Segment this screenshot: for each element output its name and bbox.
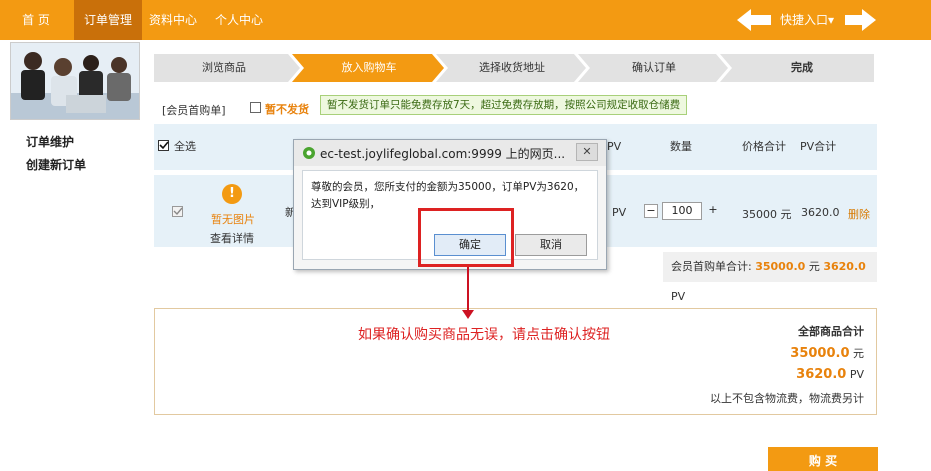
totals-amount-unit: 元 — [853, 347, 864, 360]
nav-data-center[interactable]: 资料中心 — [146, 0, 200, 40]
header-price-total: 价格合计 — [742, 140, 786, 153]
highlight-box — [418, 208, 514, 267]
step-select-address: 选择收货地址 — [479, 61, 545, 74]
header-pv: PV — [607, 140, 622, 153]
dialog-title-bar: ec-test.joylifeglobal.com:9999 上的网页... ✕ — [294, 140, 606, 166]
totals-amount-row: 35000.0 元 — [790, 345, 864, 361]
item-pv-label: PV — [612, 206, 627, 219]
forward-arrow-icon-shaft — [845, 15, 863, 25]
no-image-warning-icon: ! — [222, 184, 242, 204]
no-image-label: 暂无图片 — [211, 213, 255, 226]
subtotal-amount-unit: 元 — [808, 260, 820, 273]
item-pv-total: 3620.0 — [801, 206, 840, 219]
subtotal-amount: 35000.0 — [755, 260, 806, 273]
select-all-checkbox[interactable] — [158, 140, 169, 151]
top-nav: 首 页 订单管理 资料中心 个人中心 快捷入口▾ — [0, 0, 931, 40]
totals-title: 全部商品合计 — [798, 325, 864, 338]
totals-pv: 3620.0 — [796, 367, 847, 382]
totals-note: 以上不包含物流费，物流费另计 — [710, 392, 864, 405]
dialog-title: ec-test.joylifeglobal.com:9999 上的网页... — [320, 147, 566, 161]
totals-amount: 35000.0 — [790, 346, 850, 361]
back-arrow-icon[interactable] — [737, 9, 751, 31]
annotation-hint: 如果确认购买商品无误，请点击确认按钮 — [358, 327, 610, 343]
sidebar-create-order[interactable]: 创建新订单 — [26, 156, 86, 173]
subtotal-pv-unit: PV — [671, 290, 686, 303]
cancel-button[interactable]: 取消 — [515, 234, 587, 256]
subtotal-label: 会员首购单合计: — [671, 260, 752, 273]
view-detail-link[interactable]: 查看详情 — [210, 230, 254, 246]
step-confirm-order: 确认订单 — [632, 61, 676, 74]
subtotal-pv: 3620.0 — [823, 260, 866, 273]
buy-button[interactable]: 购 买 — [768, 447, 878, 471]
delete-link[interactable]: 删除 — [848, 206, 870, 222]
nav-personal-center[interactable]: 个人中心 — [210, 0, 268, 40]
totals-pv-unit: PV — [849, 368, 864, 381]
step-browse: 浏览商品 — [202, 61, 246, 74]
nav-order-management[interactable]: 订单管理 — [74, 0, 142, 40]
item-checkbox[interactable] — [172, 206, 183, 217]
step-add-to-cart: 放入购物车 — [341, 61, 397, 74]
sidebar-order-maintenance[interactable]: 订单维护 — [26, 133, 74, 150]
banner-photo — [10, 42, 140, 120]
storage-notice: 暂不发货订单只能免费存放7天，超过免费存放期，按照公司规定收取仓储费 — [320, 95, 688, 115]
annotation-arrow-line — [467, 267, 469, 312]
qty-decrease-button[interactable]: − — [644, 204, 658, 218]
quick-entry-menu[interactable]: 快捷入口▾ — [780, 0, 834, 40]
header-pv-total: PV合计 — [800, 140, 837, 153]
hold-shipment-label: 暂不发货 — [265, 103, 309, 116]
back-arrow-icon-shaft — [751, 15, 771, 25]
browser-logo-icon — [303, 147, 315, 159]
member-order-tag: [会员首购单] — [162, 104, 226, 117]
select-all-label: 全选 — [174, 140, 196, 153]
qty-input[interactable]: 100 — [662, 202, 702, 220]
hold-shipment-checkbox[interactable] — [250, 102, 261, 113]
annotation-arrow-icon — [462, 310, 474, 319]
header-quantity: 数量 — [670, 140, 692, 153]
nav-home[interactable]: 首 页 — [0, 0, 72, 40]
member-order-subtotal: 会员首购单合计: 35000.0 元 3620.0 PV — [663, 252, 877, 303]
qty-increase-button[interactable]: + — [706, 204, 720, 218]
checkout-steps: 浏览商品 放入购物车 选择收货地址 确认订单 完成 — [154, 54, 874, 82]
close-icon[interactable]: ✕ — [576, 143, 598, 161]
item-price: 35000 元 — [742, 208, 792, 221]
step-done: 完成 — [791, 61, 813, 74]
forward-arrow-icon[interactable] — [862, 9, 876, 31]
totals-pv-row: 3620.0 PV — [796, 367, 864, 382]
